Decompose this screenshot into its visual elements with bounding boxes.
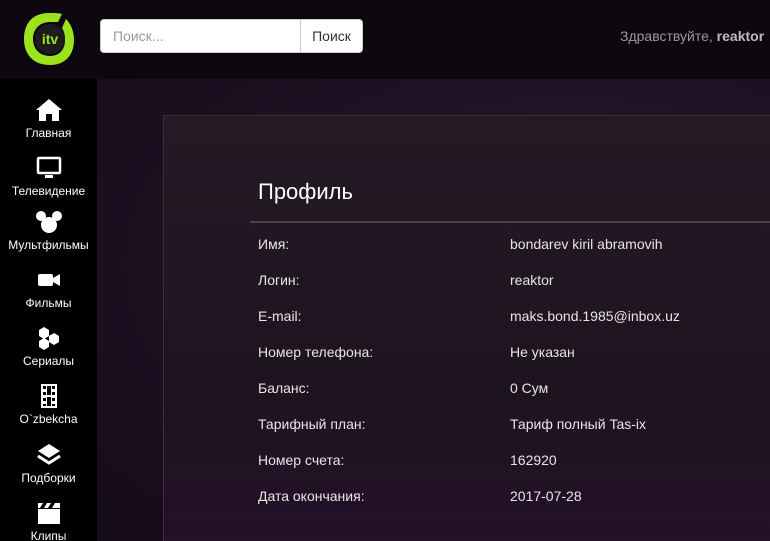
sidebar-item-label: Сериалы — [22, 354, 75, 368]
video-camera-icon — [37, 274, 60, 286]
profile-row-email: E-mail: maks.bond.1985@inbox.uz — [258, 308, 770, 328]
profile-row-name: Имя: bondarev kiril abramovih — [258, 236, 770, 256]
sidebar-item-label: Клипы — [30, 529, 67, 541]
field-label: Номер телефона: — [258, 344, 374, 360]
sidebar-nav: Главная Телевидение Мультфильмы Фильмы С… — [0, 79, 97, 541]
field-value: maks.bond.1985@inbox.uz — [510, 308, 680, 324]
sidebar-item-label: Главная — [25, 126, 72, 140]
layers-icon — [36, 444, 61, 465]
sidebar-item-label: O`zbekcha — [19, 412, 78, 426]
field-label: Тарифный план: — [258, 416, 366, 432]
film-strip-icon — [40, 384, 57, 408]
field-value: Тариф полный Tas-ix — [510, 416, 647, 432]
field-label: E-mail: — [258, 308, 302, 324]
sidebar-item-uzbek[interactable]: O`zbekcha — [0, 381, 97, 437]
profile-row-balance: Баланс: 0 Сум — [258, 380, 770, 400]
hexagons-icon — [38, 327, 59, 350]
title-divider — [250, 221, 770, 223]
profile-panel: Профиль Имя: bondarev kiril abramovih Ло… — [163, 115, 770, 541]
field-label: Логин: — [258, 272, 300, 288]
field-value: 0 Сум — [510, 380, 549, 396]
field-label: Номер счета: — [258, 452, 345, 468]
field-value: Не указан — [510, 344, 575, 360]
sidebar-item-home[interactable]: Главная — [0, 95, 97, 151]
sidebar-item-label: Фильмы — [25, 296, 72, 310]
field-value: bondarev kiril abramovih — [510, 236, 663, 252]
home-icon — [35, 99, 62, 121]
sidebar-item-collections[interactable]: Подборки — [0, 440, 97, 496]
page-title: Профиль — [258, 179, 353, 204]
field-value: reaktor — [510, 272, 554, 288]
sidebar-item-label: Телевидение — [11, 184, 86, 198]
main-content: Профиль Имя: bondarev kiril abramovih Ло… — [97, 79, 770, 541]
search-button[interactable]: Поиск — [300, 19, 363, 53]
field-value: 2017-07-28 — [510, 488, 582, 504]
field-label: Дата окончания: — [258, 488, 365, 504]
sidebar-item-movies[interactable]: Фильмы — [0, 265, 97, 321]
sidebar-item-label: Подборки — [21, 471, 76, 485]
sidebar-item-clips[interactable]: Клипы — [0, 498, 97, 541]
username-link[interactable]: reaktor — [717, 28, 764, 44]
field-label: Имя: — [258, 236, 290, 252]
field-label: Баланс: — [258, 380, 310, 396]
profile-row-login: Логин: reaktor — [258, 272, 770, 292]
profile-row-phone: Номер телефона: Не указан — [258, 344, 770, 364]
mickey-icon — [35, 211, 62, 233]
clapperboard-icon — [37, 503, 60, 524]
profile-row-tariff: Тарифный план: Тариф полный Tas-ix — [258, 416, 770, 436]
search-input[interactable] — [100, 19, 300, 53]
sidebar-item-tv[interactable]: Телевидение — [0, 153, 97, 209]
sidebar-item-cartoons[interactable]: Мультфильмы — [0, 207, 97, 263]
itv-logo-icon: itv — [24, 13, 74, 65]
search-bar: Поиск — [100, 19, 363, 53]
field-value: 162920 — [510, 452, 557, 468]
top-header: itv Поиск Здравствуйте, reaktor — [0, 0, 770, 79]
greeting-text: Здравствуйте, — [620, 28, 713, 44]
profile-row-account: Номер счета: 162920 — [258, 452, 770, 472]
sidebar-item-series[interactable]: Сериалы — [0, 323, 97, 379]
svg-text:itv: itv — [42, 31, 59, 47]
profile-row-expiry: Дата окончания: 2017-07-28 — [258, 488, 770, 508]
sidebar-item-label: Мультфильмы — [8, 238, 89, 252]
user-greeting: Здравствуйте, reaktor — [620, 28, 764, 44]
tv-icon — [36, 156, 61, 178]
itv-logo[interactable]: itv — [22, 10, 76, 68]
